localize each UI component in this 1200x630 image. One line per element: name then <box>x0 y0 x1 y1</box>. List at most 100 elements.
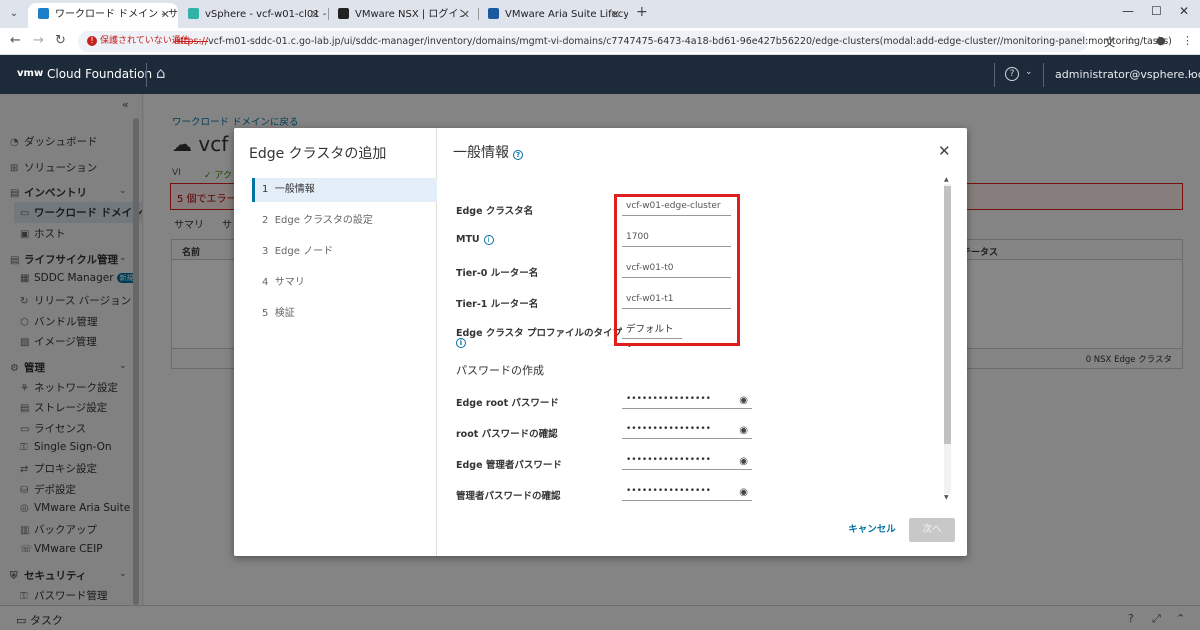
chevron-down-icon[interactable]: ⌄ <box>1187 68 1195 78</box>
mtu-label: MTU i <box>456 234 494 245</box>
step-number: 5 <box>262 308 269 319</box>
step-number: 3 <box>262 246 269 257</box>
vmware-logo: vmw <box>17 68 44 79</box>
wizard-step-summary[interactable]: 4 サマリ <box>252 271 437 295</box>
admin-password-confirm-input[interactable]: •••••••••••••••• ◉ <box>622 484 752 501</box>
profile-icon[interactable]: ● <box>1156 34 1166 47</box>
app-title: Cloud Foundation <box>47 67 153 81</box>
edge-admin-password-input[interactable]: •••••••••••••••• ◉ <box>622 453 752 470</box>
tier1-router-label: Tier-1 ルーター名 <box>456 299 539 310</box>
edge-admin-password-label: Edge 管理者パスワード <box>456 460 562 471</box>
scrollbar-thumb[interactable] <box>944 186 951 444</box>
password-section-title: パスワードの作成 <box>456 364 544 377</box>
section-title: 一般情報? <box>453 142 523 162</box>
step-number: 2 <box>262 215 269 226</box>
wizard-step-edge-cluster-settings[interactable]: 2 Edge クラスタの設定 <box>252 209 437 233</box>
browser-tab-nsx[interactable]: VMware NSX | ログイン ✕ <box>328 3 478 28</box>
admin-password-confirm-label: 管理者パスワードの確認 <box>456 491 561 502</box>
next-button[interactable]: 次へ <box>909 518 955 542</box>
back-arrow-icon[interactable]: ← <box>10 33 21 48</box>
step-label: サマリ <box>274 277 305 288</box>
dialog-title: Edge クラスタの追加 <box>249 146 387 162</box>
root-password-confirm-input[interactable]: •••••••••••••••• ◉ <box>622 422 752 439</box>
maximize-icon[interactable]: ☐ <box>1151 4 1162 18</box>
browser-tabstrip: ⌄ ワークロード ドメイン - サービス ✕ vSphere - vcf-w01… <box>0 0 1200 28</box>
cluster-profile-type-label: Edge クラスタ プロファイルのタイプ <box>456 328 622 339</box>
help-circle-icon[interactable]: ? <box>513 150 523 160</box>
step-label: 検証 <box>274 308 295 319</box>
password-mask: •••••••••••••••• <box>626 455 711 465</box>
tab-search-icon[interactable]: ⌄ <box>6 6 22 22</box>
browser-toolbar: ← → ↻ ! 保護されていない通信 https://vcf-m01-sddc-… <box>0 28 1200 55</box>
header-divider <box>994 63 995 87</box>
highlight-annotation-box <box>614 194 740 346</box>
cancel-button[interactable]: キャンセル <box>842 519 902 541</box>
wizard-form-panel: 一般情報? ✕ ▲ ▼ Edge クラスタ名 vcf-w01-edge-clus… <box>438 128 967 556</box>
add-edge-cluster-dialog: Edge クラスタの追加 1 一般情報 2 Edge クラスタの設定 3 Edg… <box>234 128 967 556</box>
close-window-icon[interactable]: ✕ <box>1179 4 1189 18</box>
minimize-icon[interactable]: — <box>1122 4 1134 18</box>
step-label: Edge クラスタの設定 <box>274 215 373 226</box>
browser-tab-workload-domains[interactable]: ワークロード ドメイン - サービス ✕ <box>28 3 178 28</box>
forward-arrow-icon[interactable]: → <box>33 33 44 48</box>
scroll-up-icon[interactable]: ▲ <box>944 176 949 183</box>
header-divider <box>1043 63 1044 87</box>
reload-icon[interactable]: ↻ <box>55 33 66 48</box>
form-scrollbar[interactable]: ▲ ▼ <box>942 176 951 502</box>
info-icon[interactable]: i <box>483 235 494 245</box>
step-number: 1 <box>262 184 269 195</box>
cloud-favicon-icon <box>38 8 49 19</box>
translate-icon[interactable]: 文 <box>1104 34 1115 50</box>
password-mask: •••••••••••••••• <box>626 394 711 404</box>
url-text[interactable]: https://vcf-m01-sddc-01.c.go-lab.jp/ui/s… <box>174 34 1172 49</box>
close-dialog-icon[interactable]: ✕ <box>938 142 951 160</box>
close-tab-icon[interactable]: ✕ <box>311 3 320 27</box>
url-path: vcf-m01-sddc-01.c.go-lab.jp/ui/sddc-mana… <box>208 36 1172 47</box>
wizard-step-edge-nodes[interactable]: 3 Edge ノード <box>252 240 437 264</box>
chevron-down-icon[interactable]: ⌄ <box>1025 67 1033 77</box>
tab-title: vSphere - vcf-w01-cl01 - サマリ <box>205 9 328 20</box>
nsx-favicon-icon <box>338 8 349 19</box>
info-icon[interactable]: i <box>456 337 466 348</box>
browser-menu-icon[interactable]: ⋮ <box>1182 34 1193 47</box>
app-header: vmw Cloud Foundation ⌂ ? ⌄ administrator… <box>0 55 1200 94</box>
new-tab-icon[interactable]: + <box>636 4 648 20</box>
close-tab-icon[interactable]: ✕ <box>161 3 170 27</box>
aria-favicon-icon <box>488 8 499 19</box>
password-mask: •••••••••••••••• <box>626 486 711 496</box>
eye-icon[interactable]: ◉ <box>739 455 748 469</box>
home-icon[interactable]: ⌂ <box>156 64 166 82</box>
browser-tab-aria[interactable]: VMware Aria Suite Lifecycle ✕ <box>478 3 628 28</box>
tab-title: VMware Aria Suite Lifecycle <box>505 9 628 20</box>
root-password-confirm-label: root パスワードの確認 <box>456 429 558 440</box>
help-icon[interactable]: ? <box>1005 67 1019 81</box>
eye-icon[interactable]: ◉ <box>739 394 748 408</box>
tab-title: ワークロード ドメイン - サービス <box>55 9 178 20</box>
eye-icon[interactable]: ◉ <box>739 486 748 500</box>
step-number: 4 <box>262 277 269 288</box>
eye-icon[interactable]: ◉ <box>739 424 748 438</box>
edge-root-password-label: Edge root パスワード <box>456 398 559 409</box>
mtu-label-text: MTU <box>456 234 480 245</box>
url-scheme: https:// <box>174 36 209 47</box>
wizard-steps-panel: Edge クラスタの追加 1 一般情報 2 Edge クラスタの設定 3 Edg… <box>234 128 437 556</box>
step-label: Edge ノード <box>274 246 334 257</box>
close-tab-icon[interactable]: ✕ <box>461 3 470 27</box>
tab-title: VMware NSX | ログイン <box>355 9 469 20</box>
user-menu[interactable]: administrator@vsphere.local <box>1055 68 1200 81</box>
wizard-step-general-info[interactable]: 1 一般情報 <box>252 178 437 202</box>
warning-icon: ! <box>87 36 97 46</box>
scroll-down-icon[interactable]: ▼ <box>944 494 949 501</box>
cluster-name-label: Edge クラスタ名 <box>456 206 534 217</box>
step-label: 一般情報 <box>274 184 315 195</box>
vsphere-favicon-icon <box>188 8 199 19</box>
address-bar[interactable]: ! 保護されていない通信 https://vcf-m01-sddc-01.c.g… <box>78 31 1172 52</box>
wizard-step-validation[interactable]: 5 検証 <box>252 302 437 326</box>
close-tab-icon[interactable]: ✕ <box>611 3 620 27</box>
edge-root-password-input[interactable]: •••••••••••••••• ◉ <box>622 392 752 409</box>
header-divider <box>146 63 147 87</box>
bookmark-star-icon[interactable]: ☆ <box>1126 34 1136 47</box>
tier0-router-label: Tier-0 ルーター名 <box>456 268 539 279</box>
password-mask: •••••••••••••••• <box>626 424 711 434</box>
browser-tab-vsphere[interactable]: vSphere - vcf-w01-cl01 - サマリ ✕ <box>178 3 328 28</box>
